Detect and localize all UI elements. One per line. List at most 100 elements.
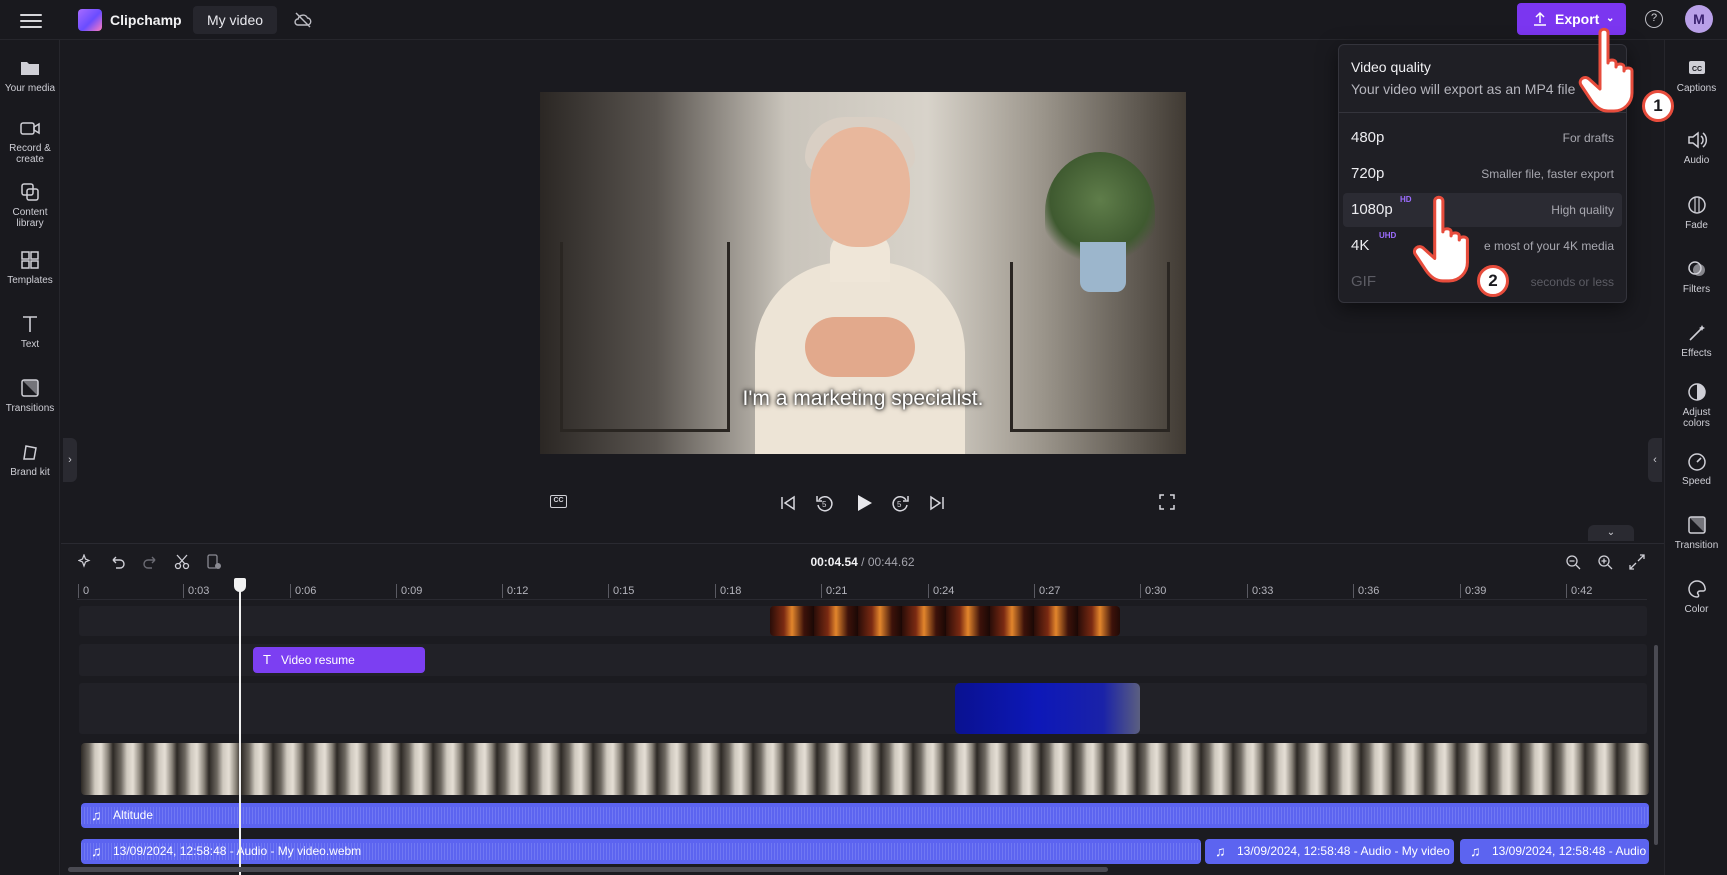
hd-badge: HD [1400,195,1412,204]
sidebar-item-captions[interactable]: CC Captions [1665,58,1727,94]
step-badge: 2 [1477,265,1509,297]
audio-clip-label: 13/09/2024, 12:58:48 - Audio - [1492,844,1649,858]
sidebar-item-transitions[interactable]: Transitions [0,378,60,414]
preview-caption: I'm a marketing specialist. [742,387,984,410]
avatar[interactable]: M [1685,5,1713,33]
ruler-tick: 0:33 [1247,584,1273,598]
expand-left-panel-button[interactable]: › [63,438,77,482]
audio-clip-voice[interactable]: ♫ 13/09/2024, 12:58:48 - Audio - My vide… [1205,839,1454,864]
sidebar-item-brand-kit[interactable]: Brand kit [0,442,60,478]
svg-text:5: 5 [822,500,827,509]
video-clip[interactable] [81,743,1649,795]
library-icon [21,183,39,201]
sidebar-item-transition[interactable]: Transition [1665,515,1727,551]
timeline-track[interactable] [79,683,1647,734]
video-preview[interactable]: I'm a marketing specialist. [540,92,1186,454]
quality-description: Smaller file, faster export [1481,167,1614,181]
uhd-badge: UHD [1379,231,1397,240]
captions-toggle-icon[interactable]: CC [550,495,567,508]
filters-icon [1687,261,1705,276]
fullscreen-icon[interactable] [1159,494,1175,510]
transition-icon [1687,516,1706,534]
ruler-tick: 0:27 [1034,584,1060,598]
sidebar-item-speed[interactable]: Speed [1665,451,1727,487]
audio-clip-label: 13/09/2024, 12:58:48 - Audio - My video [1237,844,1450,858]
image-clip[interactable] [770,606,1120,636]
sidebar-item-label: Your media [4,83,56,94]
play-icon[interactable] [853,492,875,514]
text-icon: T [263,652,271,667]
sidebar-item-adjust-colors[interactable]: Adjust colors [1665,382,1727,429]
ruler-tick: 0:36 [1353,584,1379,598]
ruler-tick: 0:39 [1460,584,1486,598]
sidebar-item-audio[interactable]: Audio [1665,130,1727,166]
templates-icon [21,251,39,269]
quality-description: For drafts [1562,131,1614,145]
collapse-timeline-button[interactable]: ⌄ [1588,525,1634,541]
chevron-down-icon: ⌄ [1606,13,1615,24]
rewind-5-icon[interactable]: 5 [814,492,836,514]
timeline: 00:04.54 / 00:44.62 0 0:03 0:06 0:09 0:1… [61,543,1664,875]
quality-label: 1080p [1351,201,1393,218]
captions-icon: CC [1688,61,1705,74]
timeline-ruler[interactable]: 0 0:03 0:06 0:09 0:12 0:15 0:18 0:21 0:2… [77,580,1647,600]
quality-description: e most of your 4K media [1483,239,1614,253]
sidebar-item-filters[interactable]: Filters [1665,259,1727,295]
menu-title: Video quality [1351,59,1431,75]
sidebar-item-color[interactable]: Color [1665,579,1727,615]
music-note-icon: ♫ [91,843,102,859]
fade-icon [1687,196,1706,214]
camera-icon [20,122,40,135]
collapse-right-panel-button[interactable]: ‹ [1648,438,1662,482]
pointer-hand-icon [1578,27,1634,113]
audio-clip-voice[interactable]: ♫ 13/09/2024, 12:58:48 - Audio - [1460,839,1649,864]
ruler-tick: 0:09 [396,584,422,598]
zoom-out-icon[interactable] [1565,554,1581,570]
pointer-hand-icon [1413,195,1469,283]
sidebar-item-templates[interactable]: Templates [0,250,60,286]
skip-forward-icon[interactable] [928,494,946,512]
sidebar-item-label: Content library [12,207,48,229]
forward-5-icon[interactable]: 5 [889,492,911,514]
step-badge: 1 [1642,90,1674,122]
palette-icon [1687,580,1706,598]
menu-icon[interactable] [20,11,42,29]
audio-clip-voice[interactable]: ♫ 13/09/2024, 12:58:48 - Audio - My vide… [81,839,1201,864]
video-title-field[interactable]: My video [193,6,278,34]
zoom-in-icon[interactable] [1597,554,1613,570]
quality-option-480p[interactable]: 480p For drafts [1343,121,1622,155]
svg-text:5: 5 [897,500,902,509]
fit-timeline-icon[interactable] [1629,554,1645,570]
ruler-tick: 0:42 [1566,584,1592,598]
cloud-off-icon[interactable] [293,10,313,30]
quality-option-720p[interactable]: 720p Smaller file, faster export [1343,157,1622,191]
sidebar-item-label: Adjust colors [1682,407,1711,429]
sidebar-item-your-media[interactable]: Your media [0,58,60,94]
sidebar-item-record-create[interactable]: Record & create [0,118,60,165]
timeline-toolbar: 00:04.54 / 00:44.62 [61,544,1664,580]
quality-label: 4K [1351,237,1370,254]
sidebar-item-label: Record & create [9,143,51,165]
sidebar-item-effects[interactable]: Effects [1665,323,1727,359]
sidebar-item-text[interactable]: Text [0,314,60,350]
audio-clip-music[interactable]: ♫ Altitude [81,803,1649,828]
time-separator: / [857,555,868,569]
horizontal-scrollbar[interactable] [68,867,1108,872]
speaker-icon [1687,131,1707,149]
sidebar-item-label: Templates [7,275,53,286]
sidebar-item-label: Transitions [5,403,55,414]
sidebar-item-content-library[interactable]: Content library [0,182,60,229]
audio-waveform [81,807,1649,824]
playhead[interactable] [239,580,241,875]
skip-back-icon[interactable] [779,494,797,512]
top-bar: Clipchamp My video Export ⌄ ? M [0,0,1727,40]
contrast-icon [1687,383,1706,401]
overlay-clip[interactable] [955,683,1140,734]
sidebar-item-fade[interactable]: Fade [1665,195,1727,231]
sidebar-item-label: Audio [1683,155,1710,166]
text-clip[interactable]: T Video resume [253,647,425,673]
ruler-tick: 0:21 [821,584,847,598]
ruler-tick: 0:30 [1140,584,1166,598]
vertical-scrollbar[interactable] [1654,645,1658,845]
sidebar-item-label: Transition [1674,540,1719,551]
